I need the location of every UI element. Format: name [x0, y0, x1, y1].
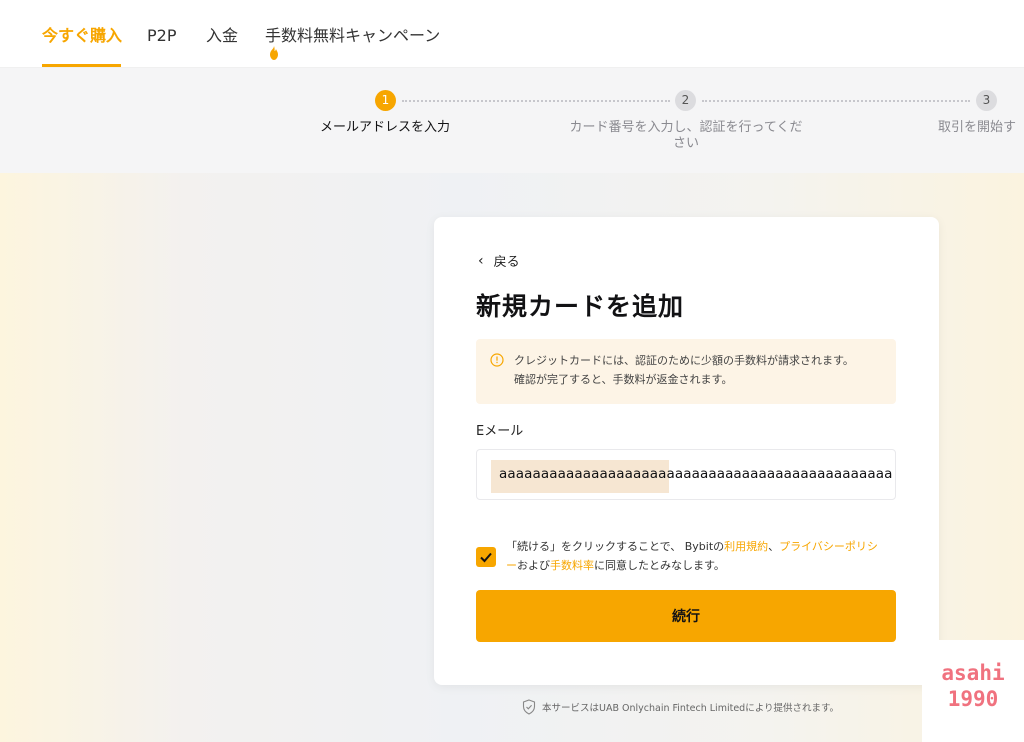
- consent-prefix: 「続ける」をクリックすることで、 Bybitの: [506, 540, 725, 553]
- consent-and: および: [517, 559, 550, 572]
- back-label: 戻る: [493, 255, 520, 270]
- step-1-number: 1: [375, 90, 396, 111]
- step-3-label: 取引を開始す: [938, 120, 1017, 135]
- page-title: 新規カードを追加: [476, 292, 685, 321]
- checkmark-icon: [480, 552, 492, 563]
- add-card-panel: ‹ 戻る 新規カードを追加 クレジットカードには、認証のために少額の手数料が請求…: [434, 217, 939, 685]
- provider-note: 本サービスはUAB Onlychain Fintech Limitedにより提供…: [522, 699, 839, 715]
- email-value[interactable]: aaaaaaaaaaaaaaaaaaaaaaaaaaaaaaaaaaaaaaaa…: [499, 466, 893, 482]
- tab-p2p[interactable]: P2P: [147, 26, 176, 46]
- step-2-label: カード番号を入力し、認証を行ってくだ さい: [555, 120, 817, 152]
- fee-notice: クレジットカードには、認証のために少額の手数料が請求されます。 確認が完了すると…: [476, 339, 896, 404]
- email-label: Eメール: [476, 424, 524, 439]
- shield-check-icon: [522, 699, 536, 715]
- warning-circle-icon: [490, 353, 504, 367]
- back-button[interactable]: ‹ 戻る: [478, 251, 520, 271]
- email-field[interactable]: aaaaaaaaaaaaaaaaaaaaaaaaaaaaaaaaaaaaaaaa…: [476, 449, 896, 500]
- continue-button[interactable]: 続行: [476, 590, 896, 642]
- watermark-line-2: 1990: [947, 687, 999, 711]
- consent-separator: 、: [768, 540, 780, 553]
- notice-text: クレジットカードには、認証のために少額の手数料が請求されます。 確認が完了すると…: [514, 351, 854, 389]
- step-1-label: メールアドレスを入力: [319, 120, 450, 135]
- active-tab-indicator: [42, 64, 121, 67]
- chevron-left-icon: ‹: [478, 252, 484, 269]
- watermark-line-1: asahi: [941, 661, 1005, 685]
- fee-rate-link[interactable]: 手数料率: [550, 559, 594, 572]
- consent-checkbox[interactable]: [476, 547, 496, 567]
- notice-line-1: クレジットカードには、認証のために少額の手数料が請求されます。: [514, 354, 854, 367]
- flame-icon: [270, 46, 278, 60]
- step-3-number: 3: [976, 90, 997, 111]
- provider-note-text: 本サービスはUAB Onlychain Fintech Limitedにより提供…: [542, 703, 840, 714]
- consent-text: 「続ける」をクリックすることで、 Bybitの利用規約、プライバシーポリシーおよ…: [506, 537, 886, 575]
- consent-suffix: に同意したとみなします。: [594, 559, 725, 572]
- watermark: asahi 1990: [928, 660, 1018, 712]
- step-connector-2: [702, 100, 970, 102]
- terms-link[interactable]: 利用規約: [724, 540, 768, 553]
- tab-fee-free-campaign[interactable]: 手数料無料キャンペーン: [265, 26, 440, 46]
- step-2-label-line1: カード番号を入力し、認証を行ってくだ: [569, 120, 803, 135]
- tab-deposit[interactable]: 入金: [206, 26, 238, 46]
- top-navigation: 今すぐ購入 P2P 入金 手数料無料キャンペーン: [0, 0, 1024, 68]
- step-2-number: 2: [675, 90, 696, 111]
- notice-line-2: 確認が完了すると、手数料が返金されます。: [514, 373, 733, 386]
- step-connector-1: [402, 100, 670, 102]
- tab-buy-now[interactable]: 今すぐ購入: [42, 26, 122, 46]
- step-2-label-line2: さい: [672, 136, 699, 151]
- progress-stepper: 1 2 3 メールアドレスを入力 カード番号を入力し、認証を行ってくだ さい 取…: [0, 68, 1024, 173]
